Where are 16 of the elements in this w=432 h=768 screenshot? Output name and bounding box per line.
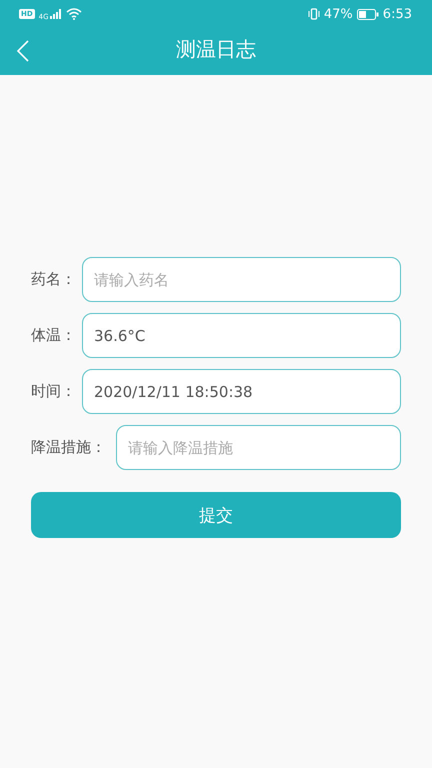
battery-percent: 47% [324, 6, 353, 22]
field-label: 时间： [31, 382, 77, 401]
back-icon[interactable] [16, 40, 30, 62]
input-field[interactable]: 请输入降温措施 [116, 425, 401, 470]
signal-icon [50, 9, 62, 19]
field-label: 降温措施： [31, 438, 107, 457]
vibrate-icon [308, 8, 320, 20]
input-field[interactable]: 请输入药名 [82, 257, 401, 302]
page-title: 测温日志 [176, 36, 256, 63]
clock-time: 6:53 [382, 6, 412, 22]
battery-icon [356, 8, 379, 20]
input-field[interactable]: 2020/12/11 18:50:38 [82, 369, 401, 414]
field-label: 药名： [31, 270, 77, 289]
field-label: 体温： [31, 326, 77, 345]
wifi-icon [66, 8, 82, 20]
input-field[interactable]: 36.6°C [82, 313, 401, 358]
